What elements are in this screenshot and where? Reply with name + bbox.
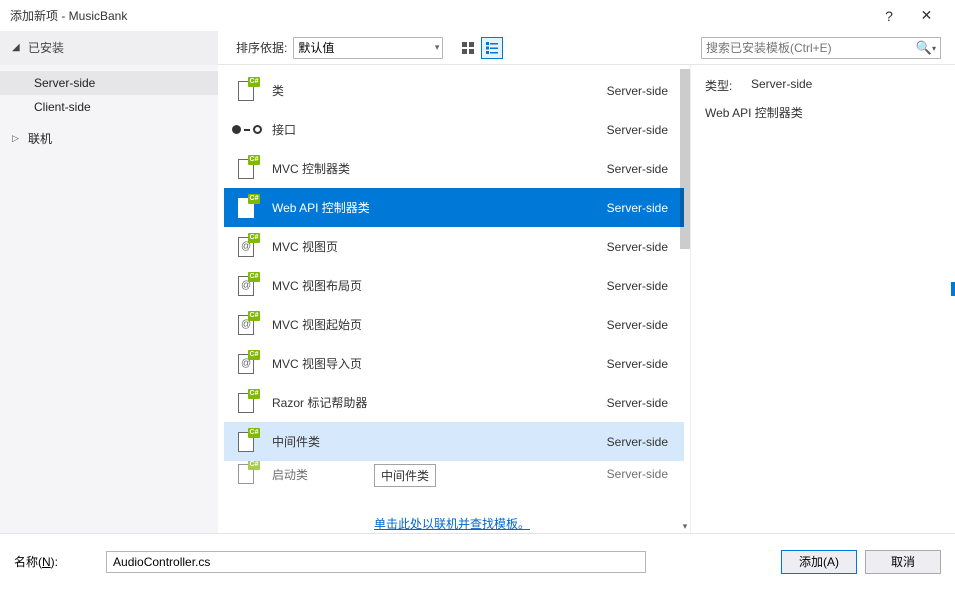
- interface-icon: [232, 125, 262, 134]
- csharp-file-icon: @C#: [236, 312, 258, 338]
- template-side: Server-side: [607, 162, 668, 176]
- template-side: Server-side: [607, 396, 668, 410]
- name-input[interactable]: [106, 551, 646, 573]
- template-name: MVC 视图导入页: [272, 355, 607, 372]
- template-icon: C#: [234, 156, 260, 182]
- template-row[interactable]: @C# MVC 视图起始页Server-side: [224, 305, 684, 344]
- window-title: 添加新项 - MusicBank: [10, 7, 874, 24]
- template-row[interactable]: @C# MVC 视图布局页Server-side: [224, 266, 684, 305]
- template-row[interactable]: 接口Server-side: [224, 110, 684, 149]
- find-online-link[interactable]: 单击此处以联机并查找模板。: [374, 515, 530, 551]
- search-box[interactable]: 🔍▾: [701, 37, 941, 59]
- template-name: Razor 标记帮助器: [272, 394, 607, 411]
- template-side: Server-side: [607, 201, 668, 215]
- template-side: Server-side: [607, 240, 668, 254]
- scrollbar-down-arrow[interactable]: ▾: [680, 521, 690, 533]
- template-row[interactable]: C# Razor 标记帮助器Server-side: [224, 383, 684, 422]
- csharp-file-icon: @C#: [236, 234, 258, 260]
- titlebar: 添加新项 - MusicBank ? ✕: [0, 0, 955, 31]
- template-icon: @C#: [234, 273, 260, 299]
- csharp-file-icon: C#: [236, 78, 258, 104]
- template-icon: @C#: [234, 312, 260, 338]
- category-online-label: 联机: [28, 130, 52, 147]
- close-button[interactable]: ✕: [904, 1, 949, 31]
- template-icon: @C#: [234, 234, 260, 260]
- detail-description: Web API 控制器类: [705, 104, 924, 121]
- template-area: C#类Server-side接口Server-sideC#MVC 控制器类Ser…: [218, 65, 955, 533]
- csharp-file-icon: @C#: [236, 273, 258, 299]
- template-icon: C#: [234, 195, 260, 221]
- template-side: Server-side: [607, 318, 668, 332]
- view-list-button[interactable]: [481, 37, 503, 59]
- chevron-down-icon: ▾: [435, 42, 440, 53]
- detail-pane: 类型: Server-side Web API 控制器类: [690, 65, 938, 533]
- template-row[interactable]: C# Web API 控制器类Server-side: [224, 188, 684, 227]
- template-name: MVC 控制器类: [272, 160, 607, 177]
- tree-node-server-side[interactable]: Server-side: [0, 71, 218, 95]
- template-row[interactable]: @C# MVC 视图页Server-side: [224, 227, 684, 266]
- csharp-file-icon: C#: [236, 390, 258, 416]
- template-side: Server-side: [607, 435, 668, 449]
- csharp-file-icon: @C#: [236, 351, 258, 377]
- csharp-file-icon: C#: [236, 195, 258, 221]
- tree-node-client-side[interactable]: Client-side: [0, 95, 218, 119]
- tooltip: 中间件类: [374, 464, 436, 487]
- template-icon: [234, 117, 260, 143]
- main-area: Server-side Client-side ▷ 联机 C#类Server-s…: [0, 65, 955, 533]
- template-icon: C#: [234, 390, 260, 416]
- template-row[interactable]: C# 启动类Server-side: [224, 461, 684, 487]
- sort-bar: 排序依据: 默认值 ▾: [218, 37, 443, 59]
- toolbar: ◢ 已安装 排序依据: 默认值 ▾ 🔍▾: [0, 31, 955, 65]
- chevron-right-icon: ▷: [12, 133, 24, 144]
- sort-dropdown[interactable]: 默认值 ▾: [293, 37, 443, 59]
- cancel-button[interactable]: 取消: [865, 550, 941, 574]
- scrollbar-thumb[interactable]: [680, 69, 690, 249]
- view-toggle: [457, 37, 503, 59]
- detail-type-label: 类型:: [705, 77, 741, 94]
- tree-node-label: Client-side: [34, 100, 91, 114]
- template-row[interactable]: C# 中间件类Server-side: [224, 422, 684, 461]
- template-icon: @C#: [234, 351, 260, 377]
- template-name: MVC 视图页: [272, 238, 607, 255]
- help-button[interactable]: ?: [874, 1, 904, 31]
- template-side: Server-side: [607, 123, 668, 137]
- detail-type-value: Server-side: [751, 77, 812, 94]
- template-name: 启动类: [272, 466, 607, 483]
- category-installed-header[interactable]: ◢ 已安装: [0, 31, 218, 65]
- csharp-file-icon: C#: [236, 156, 258, 182]
- template-side: Server-side: [607, 84, 668, 98]
- category-online-header[interactable]: ▷ 联机: [0, 125, 218, 151]
- csharp-file-icon: C#: [236, 461, 258, 487]
- template-icon: C#: [234, 78, 260, 104]
- name-label: 名称(N):: [14, 553, 58, 570]
- search-icon[interactable]: 🔍▾: [916, 40, 936, 56]
- template-list[interactable]: C#类Server-side接口Server-sideC#MVC 控制器类Ser…: [218, 65, 690, 533]
- add-button[interactable]: 添加(A): [781, 550, 857, 574]
- sort-label: 排序依据:: [236, 39, 287, 56]
- csharp-file-icon: C#: [236, 429, 258, 455]
- template-side: Server-side: [607, 357, 668, 371]
- category-tree: Server-side Client-side ▷ 联机: [0, 65, 218, 533]
- template-side: Server-side: [607, 279, 668, 293]
- view-grid-button[interactable]: [457, 37, 479, 59]
- category-installed-label: 已安装: [28, 39, 64, 56]
- template-name: 接口: [272, 121, 607, 138]
- template-icon: C#: [234, 461, 260, 487]
- sort-value: 默认值: [298, 39, 334, 56]
- background-edge: [951, 282, 955, 296]
- template-side: Server-side: [607, 467, 668, 481]
- template-row[interactable]: @C# MVC 视图导入页Server-side: [224, 344, 684, 383]
- template-name: MVC 视图布局页: [272, 277, 607, 294]
- template-row[interactable]: C# MVC 控制器类Server-side: [224, 149, 684, 188]
- template-icon: C#: [234, 429, 260, 455]
- template-name: MVC 视图起始页: [272, 316, 607, 333]
- chevron-down-icon: ◢: [12, 42, 22, 53]
- search-input[interactable]: [706, 41, 916, 55]
- template-name: 类: [272, 82, 607, 99]
- template-name: 中间件类: [272, 433, 607, 450]
- template-name: Web API 控制器类: [272, 199, 607, 216]
- tree-node-label: Server-side: [34, 76, 95, 90]
- template-row[interactable]: C# 类Server-side: [224, 71, 684, 110]
